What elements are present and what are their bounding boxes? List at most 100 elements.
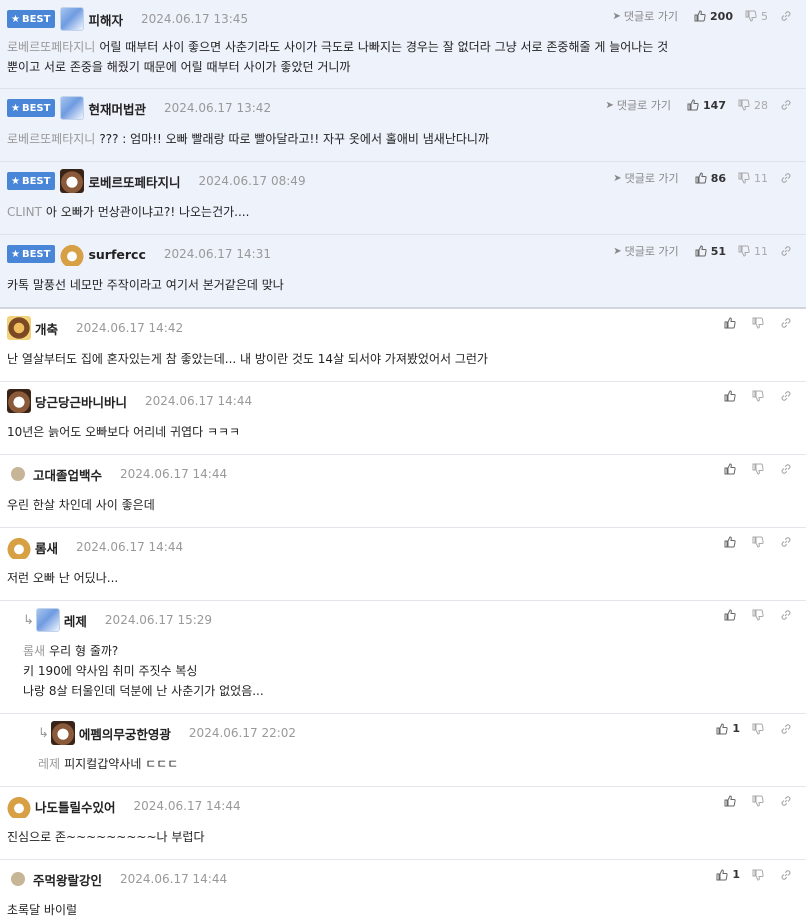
best-label: BEST (21, 102, 51, 114)
share-link-button[interactable] (780, 390, 796, 402)
upvote-button[interactable] (724, 609, 740, 621)
upvote-button[interactable] (724, 795, 740, 807)
go-to-comment-link[interactable]: ➤ 댓글로 가기 (613, 8, 679, 24)
downvote-button[interactable] (752, 869, 768, 881)
go-to-comment-link[interactable]: ➤ 댓글로 가기 (613, 170, 679, 186)
upvote-button[interactable]: 147 (687, 99, 726, 112)
comment-text: 초록달 바이럴 (7, 903, 78, 917)
link-icon (781, 869, 791, 880)
comment-actions: 1 (704, 868, 796, 881)
mention[interactable]: CLINT (7, 205, 42, 219)
upvote-button[interactable] (724, 390, 740, 402)
downvote-button[interactable]: 5 (745, 10, 768, 23)
upvote-button[interactable]: 86 (695, 172, 726, 185)
mention[interactable]: 로베르또페타지니 (7, 132, 95, 146)
comment-date: 2024.06.17 14:31 (163, 247, 271, 261)
go-to-comment-link[interactable]: ➤ 댓글로 가기 (613, 243, 679, 259)
comment-date: 2024.06.17 14:42 (76, 321, 184, 335)
avatar[interactable] (35, 608, 60, 632)
comment-text-line3: 나랑 8살 터울인데 덕분에 난 사춘기가 없었음... (23, 684, 264, 698)
thumbs-down-icon (752, 390, 764, 402)
downvote-button[interactable] (752, 390, 768, 402)
comment-item: 주먹왕랄강인 2024.06.17 14:44 1 초록달 바이럴 (0, 860, 806, 920)
nickname[interactable]: 당근당근바니바니 (35, 392, 127, 411)
upvote-count: 1 (732, 722, 740, 735)
nickname[interactable]: 에펨의무궁한영광 (79, 724, 171, 743)
avatar[interactable] (11, 467, 25, 481)
nickname[interactable]: 개축 (35, 319, 58, 338)
comment-list: ★ BEST 피해자 2024.06.17 13:45 ➤ 댓글로 가기 200 5… (0, 0, 806, 920)
nickname[interactable]: 고대졸업백수 (33, 465, 102, 484)
share-link-button[interactable] (780, 723, 796, 735)
upvote-button[interactable] (724, 536, 740, 548)
avatar[interactable] (7, 535, 31, 559)
nickname[interactable]: 피해자 (88, 10, 123, 29)
avatar[interactable] (7, 389, 31, 413)
avatar[interactable] (50, 721, 75, 745)
thumbs-up-icon (716, 722, 728, 734)
downvote-button[interactable] (752, 795, 768, 807)
comment-header: ★ BEST 피해자 2024.06.17 13:45 (7, 7, 248, 31)
share-link-button[interactable] (780, 99, 796, 111)
downvote-button[interactable]: 28 (738, 99, 768, 112)
comment-item: ★ BEST 로베르또페타지니 2024.06.17 08:49 ➤ 댓글로 가기 … (0, 162, 806, 235)
share-link-button[interactable] (780, 869, 796, 881)
downvote-button[interactable] (752, 463, 768, 475)
upvote-button[interactable]: 1 (716, 868, 740, 881)
avatar[interactable] (60, 169, 85, 193)
mention[interactable]: 롬새 (23, 644, 45, 658)
share-link-button[interactable] (780, 536, 796, 548)
link-icon (781, 610, 791, 620)
nickname[interactable]: 로베르또페타지니 (88, 172, 180, 191)
downvote-count: 11 (754, 171, 768, 185)
comment-actions (712, 609, 796, 621)
share-link-button[interactable] (780, 172, 796, 184)
avatar[interactable] (7, 316, 31, 340)
avatar[interactable] (7, 794, 31, 818)
comment-date: 2024.06.17 08:49 (198, 174, 306, 188)
avatar[interactable] (60, 7, 85, 31)
nickname[interactable]: 현재머법관 (88, 99, 146, 118)
downvote-button[interactable] (752, 536, 768, 548)
avatar[interactable] (60, 96, 85, 120)
star-icon: ★ (11, 248, 20, 260)
upvote-button[interactable] (724, 317, 740, 329)
upvote-button[interactable]: 200 (694, 10, 733, 23)
nickname[interactable]: 레제 (64, 611, 87, 630)
downvote-button[interactable] (752, 609, 768, 621)
go-to-comment-link[interactable]: ➤ 댓글로 가기 (606, 97, 672, 113)
downvote-button[interactable]: 11 (738, 245, 768, 258)
nickname[interactable]: 롬새 (35, 538, 58, 557)
upvote-button[interactable]: 1 (716, 722, 740, 735)
share-link-button[interactable] (780, 795, 796, 807)
share-link-button[interactable] (780, 317, 796, 329)
go-to-comment-label: 댓글로 가기 (623, 10, 679, 23)
link-icon (781, 173, 791, 183)
share-link-button[interactable] (780, 245, 796, 257)
comment-header: 나도틀릴수있어 2024.06.17 14:44 (7, 794, 241, 818)
send-arrow-icon: ➤ (613, 172, 622, 184)
share-link-button[interactable] (780, 10, 796, 22)
share-link-button[interactable] (780, 463, 796, 475)
nickname[interactable]: 나도틀릴수있어 (35, 797, 116, 816)
share-link-button[interactable] (780, 609, 796, 621)
downvote-button[interactable] (752, 317, 768, 329)
upvote-button[interactable]: 51 (695, 245, 726, 258)
thumbs-up-icon (724, 536, 736, 548)
thumbs-up-icon (724, 463, 736, 475)
downvote-button[interactable] (752, 723, 768, 735)
comment-header: ★ BEST surfercc 2024.06.17 14:31 (7, 242, 271, 266)
send-arrow-icon: ➤ (613, 245, 622, 257)
mention[interactable]: 로베르또페타지니 (7, 40, 95, 54)
upvote-count: 1 (732, 868, 740, 881)
comment-actions (712, 463, 796, 475)
nickname[interactable]: 주먹왕랄강인 (33, 870, 102, 889)
avatar[interactable] (11, 872, 25, 886)
nickname[interactable]: surfercc (88, 247, 145, 262)
comment-item: 당근당근바니바니 2024.06.17 14:44 10년은 늙어도 오빠보다 … (0, 382, 806, 455)
mention[interactable]: 레제 (38, 757, 60, 771)
upvote-button[interactable] (724, 463, 740, 475)
comment-body: 로베르또페타지니 ??? : 엄마!! 오빠 빨래랑 따로 빨아달라고!! 자꾸 … (7, 129, 489, 149)
avatar[interactable] (60, 242, 85, 266)
downvote-button[interactable]: 11 (738, 172, 768, 185)
